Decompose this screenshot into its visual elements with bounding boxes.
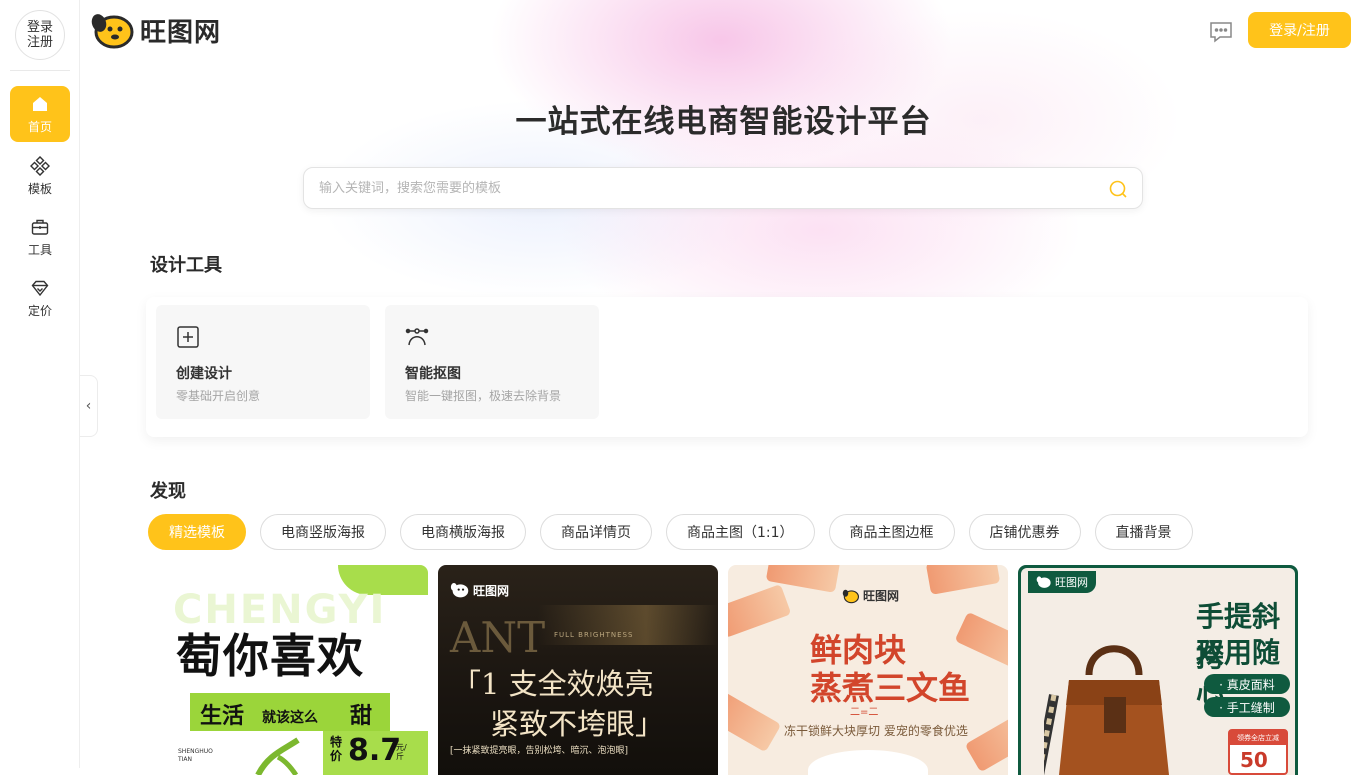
sidebar-item-templates[interactable]: 模板 bbox=[10, 148, 70, 204]
chevron-left-icon: ‹ bbox=[85, 398, 92, 414]
home-icon bbox=[33, 96, 47, 111]
dog-logo-icon bbox=[450, 583, 469, 598]
category-chips: 精选模板 电商竖版海报 电商横版海报 商品详情页 商品主图（1:1） 商品主图边… bbox=[148, 514, 1193, 550]
search-bar bbox=[303, 167, 1143, 209]
sidebar-item-pricing[interactable]: 定价 bbox=[10, 270, 70, 326]
chip-detail-page[interactable]: 商品详情页 bbox=[540, 514, 652, 550]
card-fb-text: FULL BRIGHTNESS bbox=[554, 631, 634, 639]
template-card-handbag[interactable]: 旺图网 手提斜挎 双用随心 · 真皮面料 · 手工缝制 领券全店立减 50 bbox=[1018, 565, 1298, 775]
card-line2: 蒸煮三文鱼 bbox=[810, 669, 971, 707]
card-tag: · 手工缝制 bbox=[1204, 697, 1290, 717]
discover-title: 发现 bbox=[150, 481, 186, 502]
price-value: 8.7 bbox=[348, 733, 402, 768]
tool-desc: 智能一键抠图，极速去除背景 bbox=[405, 389, 562, 403]
card-brand: 旺图网 bbox=[1028, 571, 1096, 593]
card-line1: 「1 支全效焕亮 bbox=[452, 667, 654, 701]
sidebar-collapse-button[interactable]: ‹ bbox=[80, 375, 98, 437]
salmon-piece-image bbox=[728, 689, 782, 753]
card-brand: 旺图网 bbox=[450, 581, 509, 599]
design-tools-title: 设计工具 bbox=[150, 255, 222, 276]
bezier-pen-icon bbox=[405, 328, 429, 346]
coupon-value: 50 bbox=[1240, 748, 1268, 772]
card-headline: 萄你喜欢 bbox=[176, 629, 364, 683]
chip-live-background[interactable]: 直播背景 bbox=[1094, 514, 1193, 550]
card-line2: 紧致不垮眼」 bbox=[490, 707, 665, 741]
chip-main-image-frame[interactable]: 商品主图边框 bbox=[828, 514, 955, 550]
sidebar-divider bbox=[10, 70, 70, 71]
login-register-button[interactable]: 登录/注册 bbox=[1248, 12, 1351, 48]
search-icon[interactable] bbox=[1108, 179, 1128, 199]
card-brand: 旺图网 bbox=[842, 587, 899, 604]
toolbox-icon bbox=[31, 219, 49, 235]
card-signature: SHENGHUO TIAN bbox=[178, 748, 213, 763]
card-brand-text: 旺图网 bbox=[1055, 576, 1088, 589]
handbag-image bbox=[1044, 645, 1169, 775]
chip-store-coupon[interactable]: 店铺优惠券 bbox=[968, 514, 1081, 550]
design-tools-panel: 创建设计 零基础开启创意 智能抠图 智能一键抠图，极速去除背景 bbox=[146, 297, 1308, 437]
card-dash: 二=二 bbox=[850, 707, 879, 718]
sidebar-item-label: 工具 bbox=[27, 242, 52, 257]
sidebar-register-label: 注册 bbox=[26, 35, 53, 50]
template-icon bbox=[30, 155, 50, 176]
logo-text: 旺图网 bbox=[140, 17, 222, 48]
card-tag: · 真皮面料 bbox=[1204, 674, 1290, 694]
message-icon[interactable] bbox=[1208, 20, 1234, 44]
chip-horizontal-poster[interactable]: 电商横版海报 bbox=[400, 514, 526, 550]
sidebar: 登录 注册 首页 模板 工具 定价 bbox=[0, 0, 80, 768]
card-brand-text: 旺图网 bbox=[473, 583, 510, 598]
sidebar-item-label: 首页 bbox=[27, 119, 52, 134]
salmon-piece-image bbox=[728, 583, 792, 639]
plus-square-icon bbox=[177, 326, 199, 348]
card-subtitle: 冻干锁鲜大块厚切 爱宠的零食优选 bbox=[784, 724, 968, 738]
dog-logo-icon bbox=[1036, 576, 1051, 588]
tool-smart-cutout[interactable]: 智能抠图 智能一键抠图，极速去除背景 bbox=[385, 305, 599, 419]
tool-create-design[interactable]: 创建设计 零基础开启创意 bbox=[156, 305, 370, 419]
grape-stem-icon bbox=[255, 737, 300, 775]
card-ant-text: ANT bbox=[450, 613, 546, 662]
card-brand-text: 旺图网 bbox=[863, 589, 900, 603]
card-band-small: 就该这么 bbox=[262, 710, 318, 726]
salmon-piece-image bbox=[964, 709, 1008, 773]
chip-vertical-poster[interactable]: 电商竖版海报 bbox=[260, 514, 386, 550]
hero-background bbox=[81, 0, 1366, 300]
salmon-piece-image bbox=[925, 565, 1001, 595]
salmon-piece-image bbox=[954, 611, 1008, 671]
site-logo[interactable]: 旺图网 bbox=[90, 10, 221, 50]
card-band-text: 生活 bbox=[200, 704, 245, 729]
price-label: 特价 bbox=[330, 735, 343, 763]
tool-name: 创建设计 bbox=[176, 366, 232, 382]
dog-logo-icon bbox=[91, 14, 134, 49]
tool-name: 智能抠图 bbox=[405, 366, 461, 382]
template-card-eye-cream[interactable]: 旺图网 ANT FULL BRIGHTNESS 「1 支全效焕亮 紧致不垮眼」 … bbox=[438, 565, 718, 775]
sidebar-item-label: 模板 bbox=[27, 181, 52, 196]
diamond-icon bbox=[31, 280, 49, 296]
card-line3: [一抹紧致提亮眼，告别松垮、暗沉、泡泡眼] bbox=[450, 746, 629, 756]
tool-desc: 零基础开启创意 bbox=[176, 389, 261, 403]
decor-glow bbox=[538, 605, 718, 645]
chip-featured[interactable]: 精选模板 bbox=[148, 514, 246, 550]
chip-main-image[interactable]: 商品主图（1:1） bbox=[666, 514, 815, 550]
sidebar-item-tools[interactable]: 工具 bbox=[10, 209, 70, 265]
coupon-title: 领券全店立减 bbox=[1230, 731, 1286, 745]
search-input[interactable] bbox=[319, 168, 1099, 208]
template-card-grape[interactable]: CHENGYI 萄你喜欢 生活 就该这么 甜 SHENGHUO TIAN 特价 … bbox=[148, 565, 428, 775]
template-card-salmon[interactable]: 旺图网 鲜肉块 蒸煮三文鱼 二=二 冻干锁鲜大块厚切 爱宠的零食优选 bbox=[728, 565, 1008, 775]
bowl-image bbox=[808, 750, 928, 775]
sidebar-item-home[interactable]: 首页 bbox=[10, 86, 70, 142]
sidebar-login-button[interactable]: 登录 注册 bbox=[15, 10, 65, 60]
page-title: 一站式在线电商智能设计平台 bbox=[515, 104, 932, 140]
sidebar-item-label: 定价 bbox=[27, 303, 52, 318]
dog-logo-icon bbox=[842, 589, 860, 603]
sidebar-login-label: 登录 bbox=[26, 20, 53, 35]
card-band-sweet: 甜 bbox=[350, 704, 373, 729]
price-unit: 元/斤 bbox=[396, 743, 407, 761]
